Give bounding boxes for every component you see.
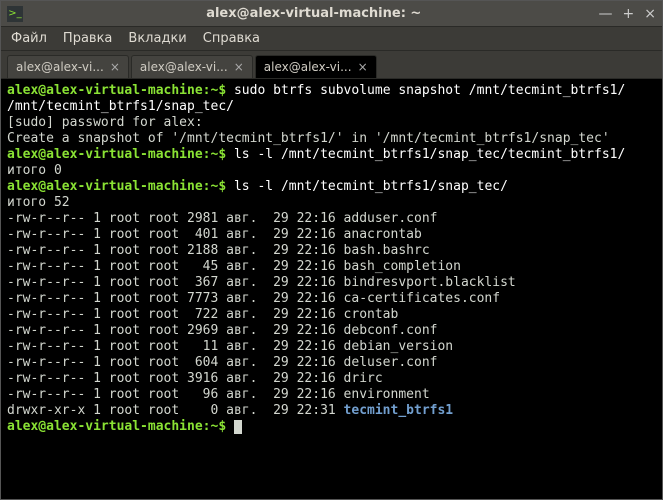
ls-line-prefix: drwxr-xr-x 1 root root 0 авг. 29 22:31	[7, 403, 344, 418]
cmd-text: ls -l /mnt/tecmint_btrfs1/snap_tec/tecmi…	[234, 147, 625, 162]
tab-label: alex@alex-vi...	[140, 60, 228, 74]
ls-line: -rw-r--r-- 1 root root 96 авг. 29 22:16 …	[7, 387, 430, 402]
output-line: итого 52	[7, 195, 70, 210]
close-icon[interactable]: ×	[358, 60, 368, 74]
tab-1[interactable]: alex@alex-vi... ×	[131, 55, 253, 78]
prompt: alex@alex-virtual-machine:~$	[7, 179, 226, 194]
ls-line: -rw-r--r-- 1 root root 45 авг. 29 22:16 …	[7, 259, 461, 274]
ls-line: -rw-r--r-- 1 root root 2969 авг. 29 22:1…	[7, 323, 437, 338]
tab-label: alex@alex-vi...	[264, 60, 352, 74]
tab-label: alex@alex-vi...	[16, 60, 104, 74]
cmd-text: /mnt/tecmint_btrfs1/snap_tec/	[7, 99, 234, 114]
prompt: alex@alex-virtual-machine:~$	[7, 147, 226, 162]
menu-edit[interactable]: Правка	[63, 31, 112, 46]
tab-0[interactable]: alex@alex-vi... ×	[7, 55, 129, 78]
ls-line: -rw-r--r-- 1 root root 722 авг. 29 22:16…	[7, 307, 398, 322]
close-icon[interactable]: ×	[234, 60, 244, 74]
ls-line: -rw-r--r-- 1 root root 11 авг. 29 22:16 …	[7, 339, 453, 354]
ls-line: -rw-r--r-- 1 root root 3916 авг. 29 22:1…	[7, 371, 383, 386]
window-controls: — + ×	[599, 6, 656, 22]
maximize-button[interactable]: +	[623, 6, 635, 22]
tab-2[interactable]: alex@alex-vi... ×	[255, 55, 377, 78]
close-icon[interactable]: ×	[110, 60, 120, 74]
directory-name: tecmint_btrfs1	[344, 403, 454, 418]
output-line: итого 0	[7, 163, 62, 178]
ls-line: -rw-r--r-- 1 root root 7773 авг. 29 22:1…	[7, 291, 500, 306]
terminal-area[interactable]: alex@alex-virtual-machine:~$ sudo btrfs …	[1, 79, 662, 499]
ls-line: -rw-r--r-- 1 root root 2188 авг. 29 22:1…	[7, 243, 430, 258]
ls-line: -rw-r--r-- 1 root root 2981 авг. 29 22:1…	[7, 211, 437, 226]
minimize-button[interactable]: —	[599, 6, 613, 22]
close-button[interactable]: ×	[644, 6, 656, 22]
tabbar: alex@alex-vi... × alex@alex-vi... × alex…	[1, 51, 662, 79]
terminal-icon: >_	[7, 6, 23, 22]
ls-line: -rw-r--r-- 1 root root 367 авг. 29 22:16…	[7, 275, 516, 290]
menu-help[interactable]: Справка	[203, 31, 260, 46]
ls-line: -rw-r--r-- 1 root root 604 авг. 29 22:16…	[7, 355, 437, 370]
terminal-window: >_ alex@alex-virtual-machine: ~ — + × Фа…	[0, 0, 663, 500]
titlebar[interactable]: >_ alex@alex-virtual-machine: ~ — + ×	[1, 1, 662, 27]
menubar: Файл Правка Вкладки Справка	[1, 27, 662, 51]
prompt: alex@alex-virtual-machine:~$	[7, 419, 226, 434]
menu-file[interactable]: Файл	[11, 31, 47, 46]
prompt: alex@alex-virtual-machine:~$	[7, 83, 226, 98]
cmd-text: sudo btrfs subvolume snapshot /mnt/tecmi…	[234, 83, 625, 98]
window-title: alex@alex-virtual-machine: ~	[29, 6, 599, 21]
cursor	[234, 420, 242, 434]
ls-line: -rw-r--r-- 1 root root 401 авг. 29 22:16…	[7, 227, 422, 242]
menu-tabs[interactable]: Вкладки	[128, 31, 186, 46]
output-line: [sudo] password for alex:	[7, 115, 203, 130]
output-line: Create a snapshot of '/mnt/tecmint_btrfs…	[7, 131, 610, 146]
cmd-text: ls -l /mnt/tecmint_btrfs1/snap_tec/	[234, 179, 508, 194]
